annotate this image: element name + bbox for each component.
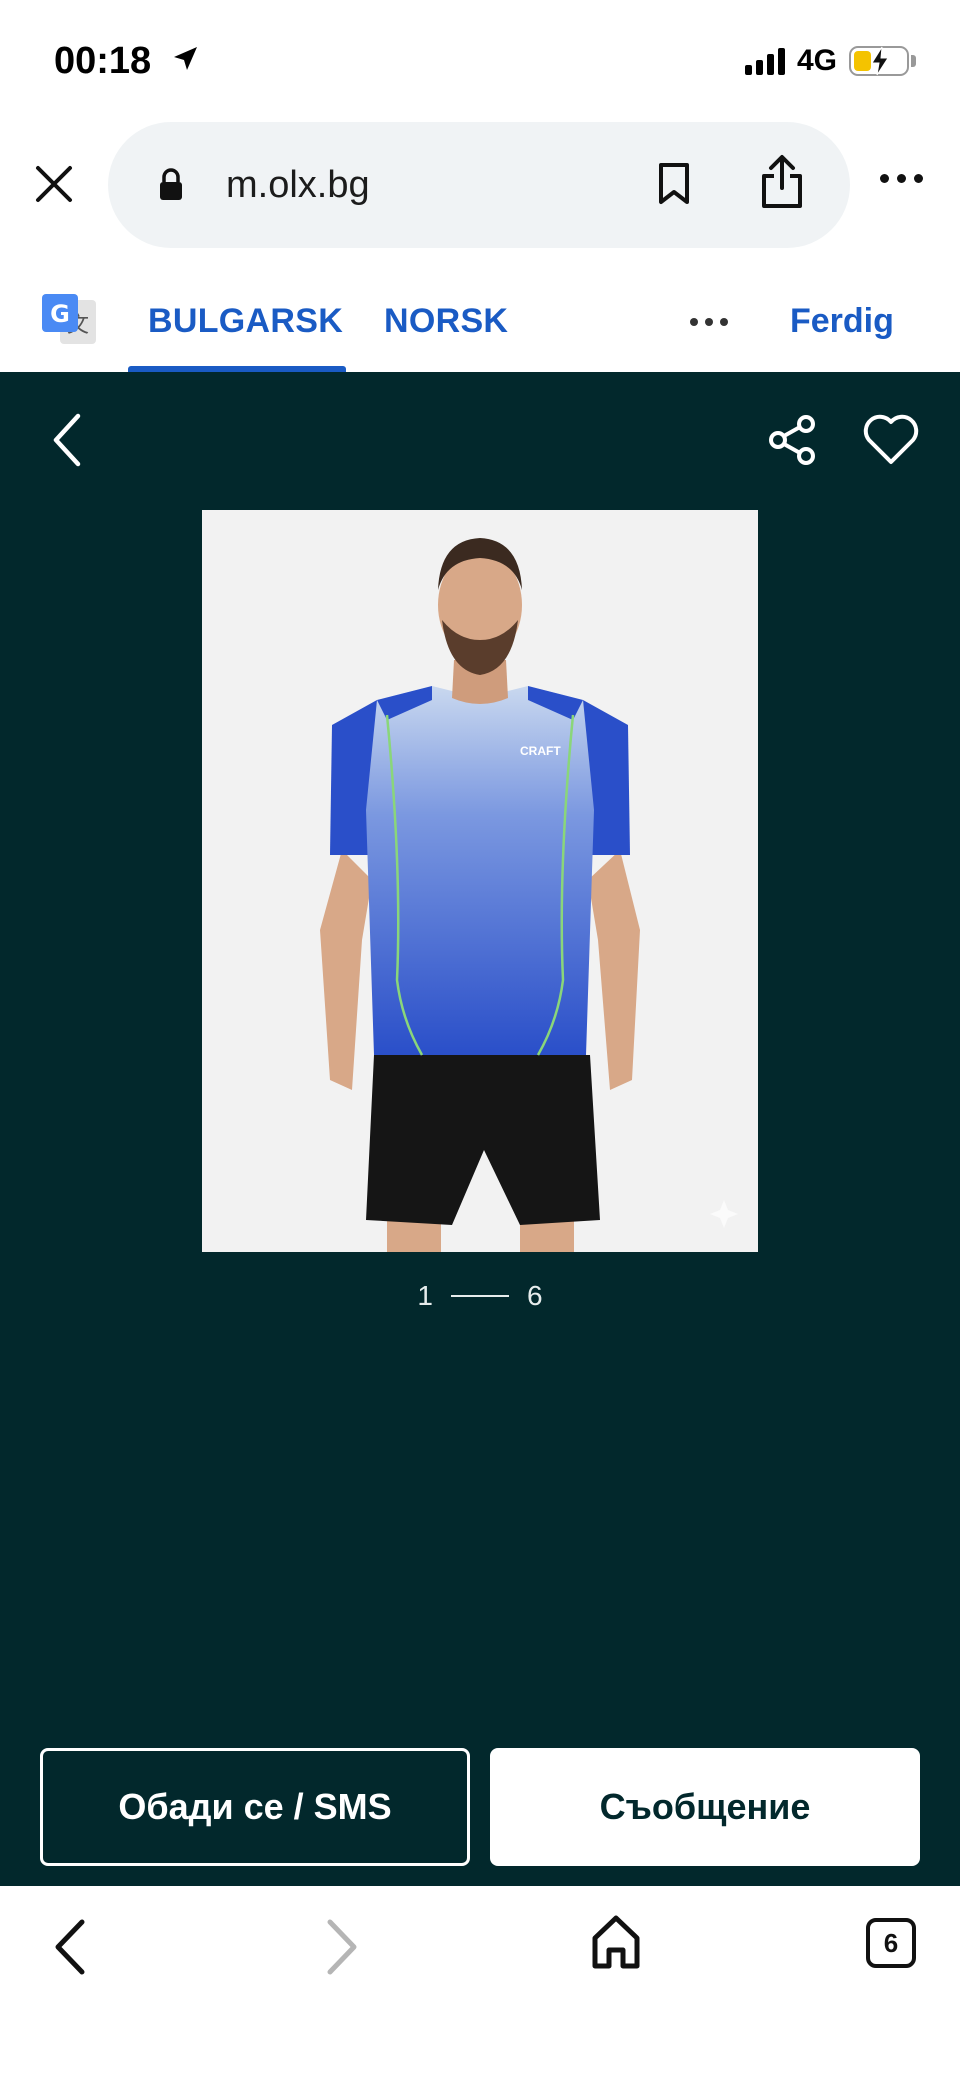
- tab-bulgarian[interactable]: BULGARSK: [148, 302, 343, 341]
- photo-current-index: 1: [417, 1280, 433, 1311]
- translate-more-icon[interactable]: [690, 318, 728, 326]
- tab-norwegian[interactable]: NORSK: [384, 302, 508, 341]
- cellular-signal-icon: [744, 47, 785, 75]
- call-sms-button[interactable]: Обади се / SMS: [40, 1748, 470, 1866]
- status-bar: 00:18 4G: [0, 0, 960, 120]
- product-photo[interactable]: CRAFT: [202, 510, 758, 1252]
- svg-text:G: G: [50, 300, 70, 328]
- close-icon: [36, 166, 72, 202]
- status-time: 00:18: [54, 40, 152, 82]
- network-type: 4G: [796, 44, 837, 77]
- more-options-icon[interactable]: [880, 174, 923, 183]
- browser-url-bar: m.olx.bg: [0, 120, 960, 250]
- address-field[interactable]: m.olx.bg: [108, 122, 850, 248]
- battery-icon: [849, 46, 909, 76]
- close-button[interactable]: [28, 158, 80, 210]
- product-photo-image: CRAFT: [202, 510, 758, 1252]
- browser-forward-icon[interactable]: [320, 1916, 364, 1978]
- message-button[interactable]: Съобщение: [490, 1748, 920, 1866]
- url-text: m.olx.bg: [226, 164, 370, 206]
- share-icon[interactable]: [758, 154, 806, 210]
- browser-toolbar: 6: [0, 1886, 960, 2078]
- tabs-count-button[interactable]: 6: [866, 1918, 916, 1968]
- share-nodes-icon[interactable]: [764, 412, 820, 468]
- heart-icon[interactable]: [862, 412, 920, 466]
- home-icon[interactable]: [590, 1912, 642, 1972]
- browser-back-icon[interactable]: [48, 1916, 92, 1978]
- photo-total-count: 6: [527, 1280, 543, 1311]
- photo-gallery: CRAFT 1 6 Обади се / SMS Съобщение: [0, 372, 960, 1886]
- google-translate-icon: 文 G: [42, 294, 96, 344]
- translate-done-button[interactable]: Ferdig: [790, 302, 894, 341]
- lock-icon: [160, 168, 182, 200]
- back-arrow-icon[interactable]: [46, 412, 90, 468]
- location-arrow-icon: [174, 47, 197, 70]
- bookmark-icon[interactable]: [656, 162, 692, 206]
- translate-bar: 文 G BULGARSK NORSK Ferdig: [0, 250, 960, 372]
- photo-counter: 1 6: [0, 1280, 960, 1312]
- shirt-brand-logo: CRAFT: [520, 744, 561, 758]
- battery-cap: [911, 55, 916, 67]
- counter-separator: [451, 1295, 509, 1297]
- status-indicators: 4G: [744, 44, 916, 78]
